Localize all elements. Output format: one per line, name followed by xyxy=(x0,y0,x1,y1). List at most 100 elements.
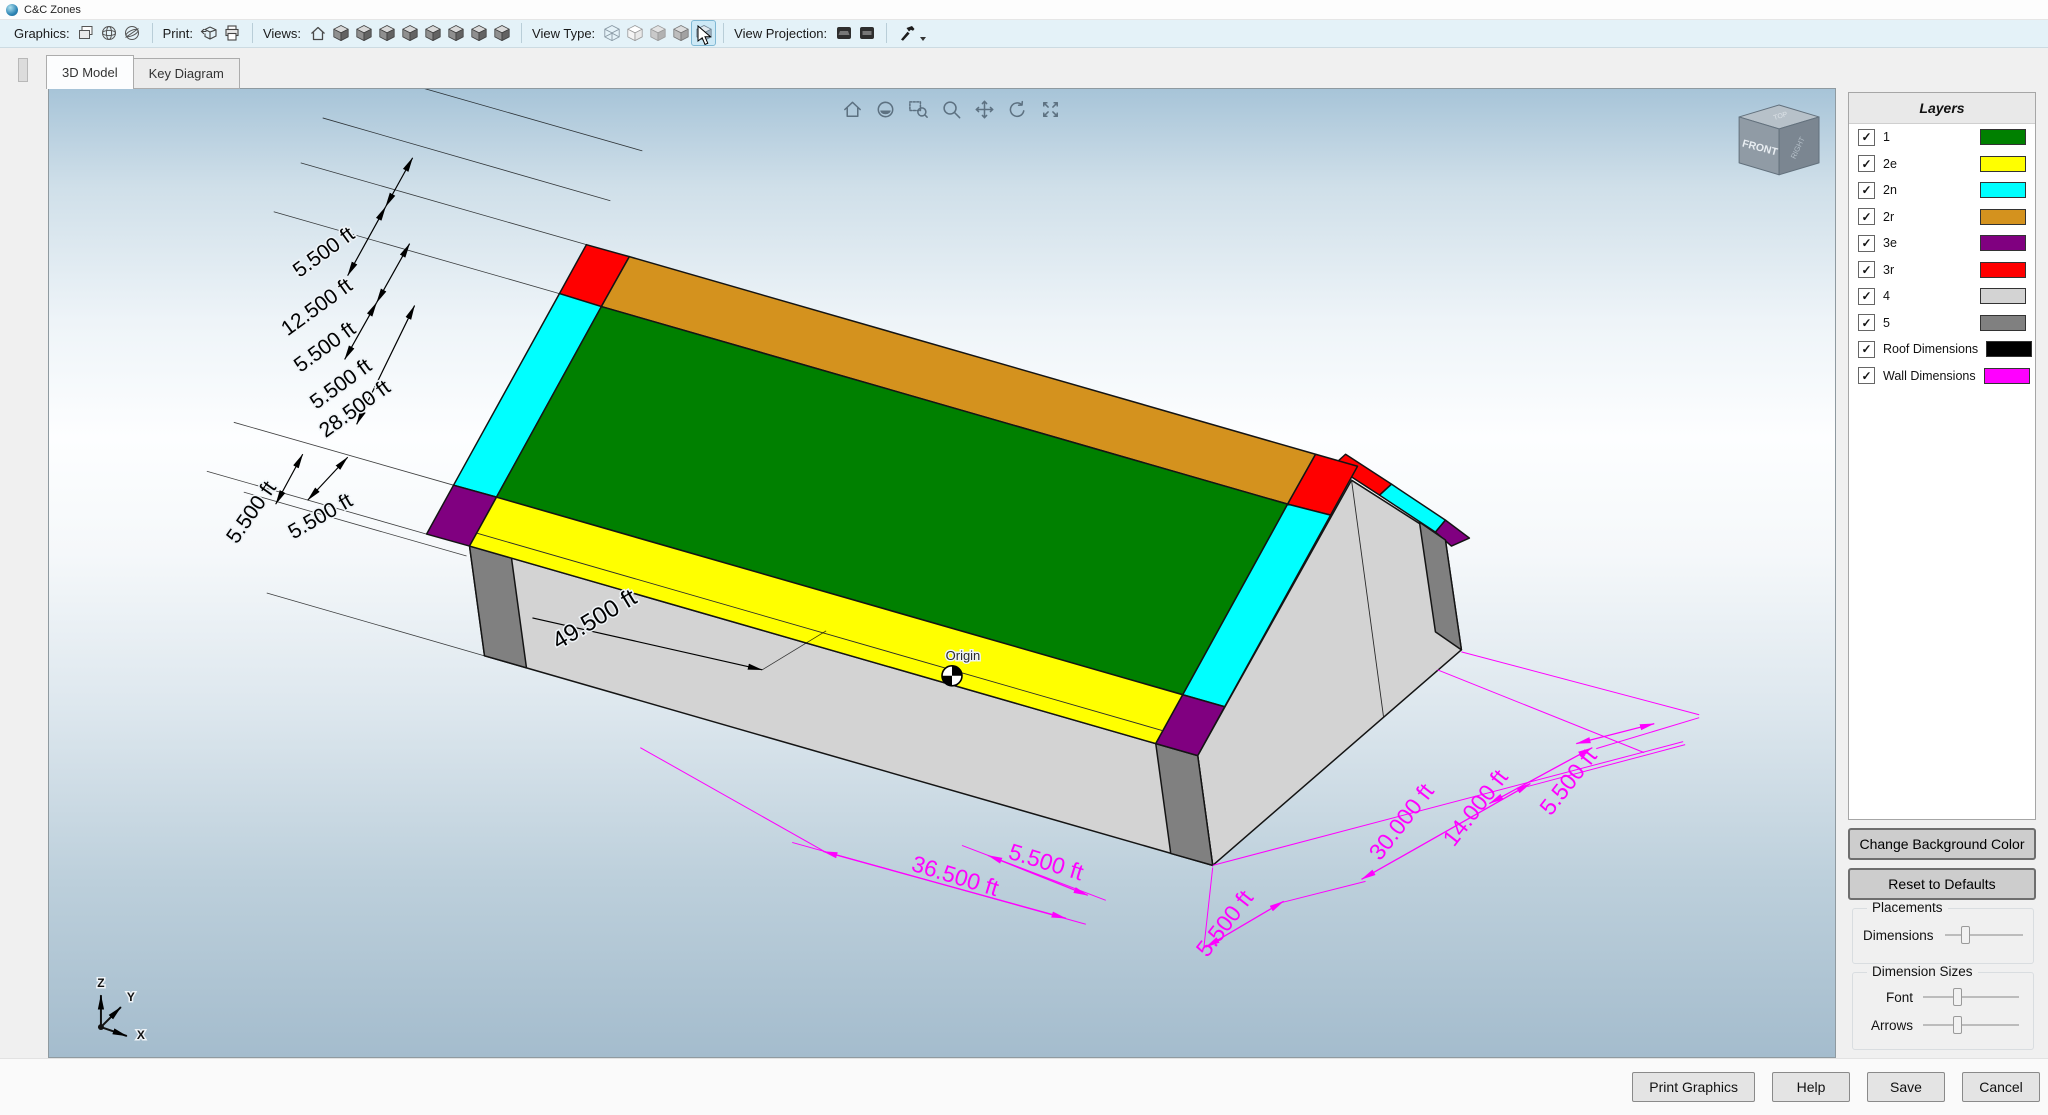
dimensions-slider[interactable] xyxy=(1945,926,2023,944)
print-graphics-button[interactable]: Print Graphics xyxy=(1632,1072,1755,1102)
wireframe-cube-icon[interactable] xyxy=(600,21,623,45)
placements-group: Placements Dimensions xyxy=(1852,908,2034,964)
model-viewport[interactable]: 5.500 ft12.500 ft5.500 ft5.500 ft28.500 … xyxy=(48,88,1836,1058)
iso-view-6-icon[interactable] xyxy=(444,21,467,45)
tab-key-diagram[interactable]: Key Diagram xyxy=(133,58,240,89)
save-button[interactable]: Save xyxy=(1867,1072,1945,1102)
layer-label: 5 xyxy=(1883,316,1972,330)
wireframe-sphere-axes-icon[interactable] xyxy=(121,21,144,45)
zoom-window-icon[interactable] xyxy=(905,96,931,122)
layer-color-swatch[interactable] xyxy=(1980,156,2026,172)
layer-color-swatch[interactable] xyxy=(1980,182,2026,198)
dimension-line xyxy=(1437,670,1644,753)
arrows-slider-label: Arrows xyxy=(1861,1018,1913,1033)
dimension-line xyxy=(353,89,643,151)
cancel-button[interactable]: Cancel xyxy=(1962,1072,2040,1102)
layer-checkbox[interactable]: ✓ xyxy=(1858,288,1875,305)
dimension-sizes-group: Dimension Sizes FontArrows xyxy=(1852,972,2034,1050)
iso-view-8-icon[interactable] xyxy=(490,21,513,45)
layer-checkbox[interactable]: ✓ xyxy=(1858,129,1875,146)
orbit-icon[interactable] xyxy=(872,96,898,122)
layer-color-swatch[interactable] xyxy=(1980,129,2026,145)
shaded-edges-cube-icon[interactable] xyxy=(669,21,692,45)
viewport-canvas[interactable]: 5.500 ft12.500 ft5.500 ft5.500 ft28.500 … xyxy=(49,89,1835,1057)
slider-track[interactable] xyxy=(1945,934,2023,936)
home-view-icon[interactable] xyxy=(306,21,329,45)
home-icon[interactable] xyxy=(839,96,865,122)
help-button[interactable]: Help xyxy=(1772,1072,1850,1102)
iso-view-2-icon[interactable] xyxy=(352,21,375,45)
layer-checkbox[interactable]: ✓ xyxy=(1858,261,1875,278)
wireframe-sphere-icon[interactable] xyxy=(98,21,121,45)
dimension-line xyxy=(234,422,454,485)
iso-view-3-icon[interactable] xyxy=(375,21,398,45)
slider-track[interactable] xyxy=(1923,1024,2019,1026)
main-toolbar: Graphics:Print:Views:View Type:View Proj… xyxy=(0,19,2048,48)
layer-color-swatch[interactable] xyxy=(1986,341,2032,357)
panel-grip[interactable] xyxy=(18,58,28,82)
slider-thumb[interactable] xyxy=(1961,926,1970,944)
dimensions-slider-label: Dimensions xyxy=(1863,928,1935,943)
layer-label: 3r xyxy=(1883,263,1972,277)
dimension-label: 5.500 ft xyxy=(1191,885,1259,962)
layer-checkbox[interactable]: ✓ xyxy=(1858,367,1875,384)
iso-view-4-icon[interactable] xyxy=(398,21,421,45)
shaded-cube-icon[interactable] xyxy=(646,21,669,45)
dimension-sizes-group-title: Dimension Sizes xyxy=(1867,964,1978,979)
toolbar-separator xyxy=(723,23,724,43)
layer-checkbox[interactable]: ✓ xyxy=(1858,155,1875,172)
perspective-projection-icon[interactable] xyxy=(832,21,855,45)
change-background-color-button[interactable]: Change Background Color xyxy=(1848,828,2036,860)
pan-icon[interactable] xyxy=(971,96,997,122)
dimension-line xyxy=(386,158,413,207)
slider-thumb[interactable] xyxy=(1953,1016,1962,1034)
layers-panel: Layers ✓1✓2e✓2n✓2r✓3e✓3r✓4✓5✓Roof Dimens… xyxy=(1848,92,2036,820)
layer-color-swatch[interactable] xyxy=(1980,262,2026,278)
layer-checkbox[interactable]: ✓ xyxy=(1858,341,1875,358)
orthographic-projection-icon[interactable] xyxy=(855,21,878,45)
dimension-label: 5.500 ft xyxy=(284,489,356,544)
toolbar-separator xyxy=(521,23,522,43)
layer-color-swatch[interactable] xyxy=(1984,368,2030,384)
dropdown-caret-icon[interactable] xyxy=(920,37,926,41)
layer-label: 1 xyxy=(1883,130,1972,144)
axis-z-label: Z xyxy=(97,976,104,990)
export-model-icon[interactable] xyxy=(198,21,221,45)
toolbar-separator xyxy=(886,23,887,43)
reset-to-defaults-button[interactable]: Reset to Defaults xyxy=(1848,868,2036,900)
layer-checkbox[interactable]: ✓ xyxy=(1858,182,1875,199)
dimension-line xyxy=(323,118,611,201)
slider-track[interactable] xyxy=(1923,996,2019,998)
axis-y-label: Y xyxy=(127,990,135,1004)
dimension-label: 5.500 ft xyxy=(1534,743,1602,820)
layer-checkbox[interactable]: ✓ xyxy=(1858,208,1875,225)
layer-color-swatch[interactable] xyxy=(1980,235,2026,251)
slider-row: Arrows xyxy=(1861,1016,2019,1034)
layer-color-swatch[interactable] xyxy=(1980,209,2026,225)
arrows-slider[interactable] xyxy=(1923,1016,2019,1034)
iso-view-7-icon[interactable] xyxy=(467,21,490,45)
title-bar: C&C Zones xyxy=(0,0,2048,20)
iso-view-5-icon[interactable] xyxy=(421,21,444,45)
zoom-icon[interactable] xyxy=(938,96,964,122)
view-cube[interactable]: TOP FRONT RIGHT xyxy=(1739,105,1819,175)
layer-checkbox[interactable]: ✓ xyxy=(1858,235,1875,252)
tab-3d-model[interactable]: 3D Model xyxy=(46,55,134,89)
hidden-line-cube-icon[interactable] xyxy=(623,21,646,45)
placements-group-title: Placements xyxy=(1867,900,1948,915)
font-slider[interactable] xyxy=(1923,988,2019,1006)
overlapping-windows-icon[interactable] xyxy=(75,21,98,45)
footer-buttons: Print Graphics Help Save Cancel xyxy=(1632,1072,2040,1102)
layer-color-swatch[interactable] xyxy=(1980,315,2026,331)
dimension-label: 36.500 ft xyxy=(909,850,1003,901)
printer-icon[interactable] xyxy=(221,21,244,45)
layer-checkbox[interactable]: ✓ xyxy=(1858,314,1875,331)
cc-zones-window: { "window": { "title": "C&C Zones", "con… xyxy=(0,0,2048,1114)
iso-view-1-icon[interactable] xyxy=(329,21,352,45)
layer-color-swatch[interactable] xyxy=(1980,288,2026,304)
rotate-icon[interactable] xyxy=(1004,96,1030,122)
fit-icon[interactable] xyxy=(1037,96,1063,122)
slider-thumb[interactable] xyxy=(1953,988,1962,1006)
tools-icon[interactable] xyxy=(895,21,918,45)
layer-label: 2r xyxy=(1883,210,1972,224)
